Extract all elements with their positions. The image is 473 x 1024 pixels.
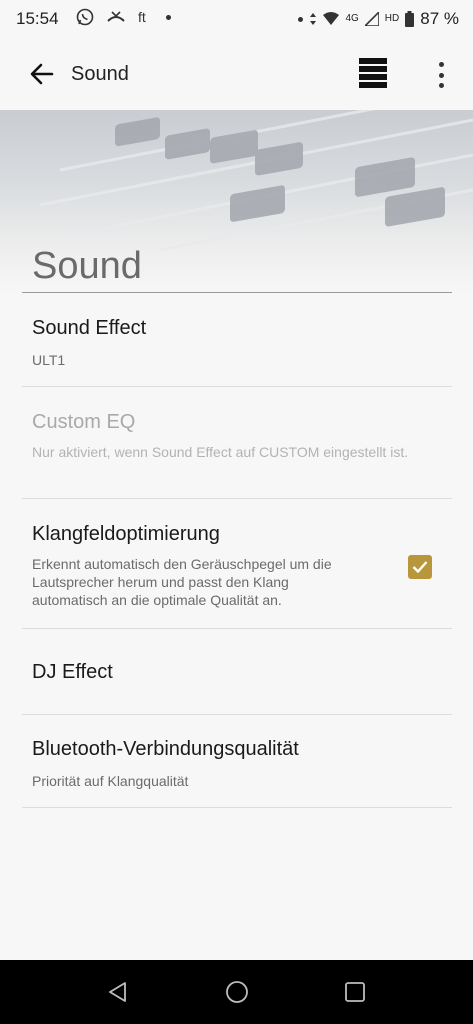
whatsapp-icon: [76, 8, 94, 26]
setting-bluetooth-quality[interactable]: Bluetooth-Verbindungsqualität Priorität …: [22, 715, 452, 808]
nav-back-button[interactable]: [106, 980, 130, 1004]
setting-title: Bluetooth-Verbindungsqualität: [32, 738, 299, 760]
more-vert-icon: [438, 62, 444, 67]
page-title: Sound: [32, 245, 142, 287]
setting-title: Klangfeldoptimierung: [32, 523, 220, 545]
battery-percent: 87 %: [420, 9, 459, 28]
setting-subtitle: ULT1: [32, 352, 66, 368]
wifi-icon: [323, 12, 340, 25]
app-bar-title: Sound: [71, 63, 129, 85]
notification-dot: [166, 14, 171, 20]
setting-title: Custom EQ: [32, 411, 136, 433]
notification-icons: ft: [76, 8, 171, 26]
back-button[interactable]: [28, 60, 56, 88]
system-nav-bar: [0, 960, 473, 1024]
setting-klangfeldoptimierung[interactable]: Klangfeldoptimierung Erkennt automatisch…: [22, 499, 452, 629]
setting-custom-eq: Custom EQ Nur aktiviert, wenn Sound Effe…: [22, 387, 452, 499]
equalizer-button[interactable]: [359, 58, 387, 88]
network-type: 4G: [345, 13, 359, 24]
status-right: 4G HD 87 %: [298, 9, 459, 29]
equalizer-icon: [359, 58, 387, 64]
battery-icon: [405, 11, 415, 27]
settings-list: Sound Effect ULT1 Custom EQ Nur aktivier…: [22, 295, 452, 808]
app-bar: Sound: [0, 38, 473, 110]
circle-home-icon: [226, 981, 248, 1003]
nav-recents-button[interactable]: [343, 980, 367, 1004]
setting-dj-effect[interactable]: DJ Effect: [22, 629, 452, 715]
status-bar: 15:54 ft 4G HD 87 %: [0, 0, 473, 38]
mixer-faders-image: [39, 110, 473, 250]
arrow-back-icon: [30, 63, 54, 85]
missed-call-icon: [107, 11, 125, 22]
status-time: 15:54: [16, 9, 59, 28]
klangfeld-checkbox[interactable]: [408, 555, 432, 579]
status-dot: [298, 16, 304, 22]
data-transfer-icon: [310, 13, 317, 25]
hd-indicator: HD: [384, 13, 400, 24]
ft-app-icon: ft: [138, 9, 146, 25]
setting-subtitle: Nur aktiviert, wenn Sound Effect auf CUS…: [32, 444, 409, 460]
setting-sound-effect[interactable]: Sound Effect ULT1: [22, 295, 452, 387]
signal-icon: [364, 12, 379, 26]
nav-home-button[interactable]: [225, 980, 249, 1004]
setting-subtitle: Erkennt automatisch den Geräuschpegel um…: [32, 556, 332, 608]
setting-title: DJ Effect: [32, 661, 113, 683]
more-options-button[interactable]: [430, 62, 452, 88]
triangle-back-icon: [109, 982, 126, 1002]
title-divider: [22, 292, 452, 293]
header-banner: Sound: [0, 110, 473, 295]
square-recents-icon: [345, 982, 365, 1002]
setting-title: Sound Effect: [32, 317, 147, 339]
check-icon: [412, 561, 428, 574]
svg-text:ft: ft: [138, 9, 146, 25]
setting-subtitle: Priorität auf Klangqualität: [32, 773, 189, 789]
